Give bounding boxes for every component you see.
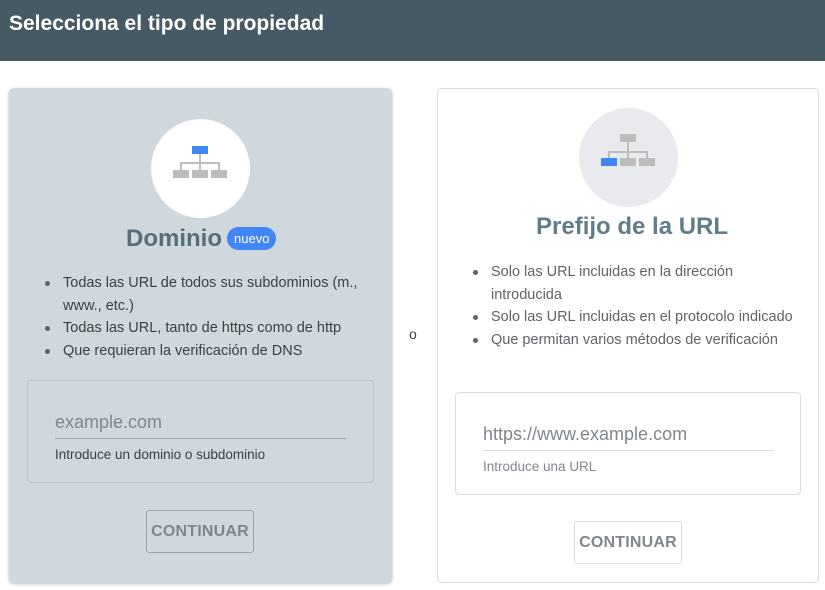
- url-prefix-property-card[interactable]: Prefijo de la URL Solo las URL incluidas…: [437, 88, 819, 583]
- list-item: Que requieran la verificación de DNS: [43, 340, 363, 363]
- sitemap-icon: [173, 146, 227, 178]
- domain-continue-button[interactable]: CONTINUAR: [146, 510, 254, 553]
- prefix-input-box: Introduce una URL: [455, 392, 801, 495]
- prefix-card-title: Prefijo de la URL: [536, 213, 729, 240]
- domain-card-title: Dominio: [126, 225, 222, 252]
- list-item: Solo las URL incluidas en la dirección i…: [471, 261, 801, 306]
- domain-feature-list: Todas las URL de todos sus subdominios (…: [43, 272, 363, 362]
- list-item: Todas las URL, tanto de https como de ht…: [43, 317, 363, 340]
- prefix-icon-circle: [579, 108, 678, 207]
- domain-icon-circle: [151, 119, 250, 218]
- url-input-hint: Introduce una URL: [483, 459, 597, 474]
- list-item: Solo las URL incluidas en el protocolo i…: [471, 306, 801, 329]
- list-item: Todas las URL de todos sus subdominios (…: [43, 272, 363, 317]
- list-item: Que permitan varios métodos de verificac…: [471, 329, 801, 352]
- or-separator: o: [409, 326, 417, 342]
- domain-input-box: Introduce un dominio o subdominio: [27, 380, 374, 483]
- url-input[interactable]: [483, 419, 774, 451]
- domain-input[interactable]: [55, 407, 346, 439]
- prefix-continue-button[interactable]: CONTINUAR: [574, 521, 682, 564]
- domain-property-card[interactable]: Dominio nuevo Todas las URL de todos sus…: [9, 88, 392, 583]
- prefix-feature-list: Solo las URL incluidas en la dirección i…: [471, 261, 801, 351]
- new-badge: nuevo: [227, 227, 277, 250]
- sitemap-icon: [601, 134, 655, 166]
- page-title: Selecciona el tipo de propiedad: [9, 12, 325, 35]
- page-header: Selecciona el tipo de propiedad: [0, 0, 825, 61]
- domain-input-hint: Introduce un dominio o subdominio: [55, 447, 266, 462]
